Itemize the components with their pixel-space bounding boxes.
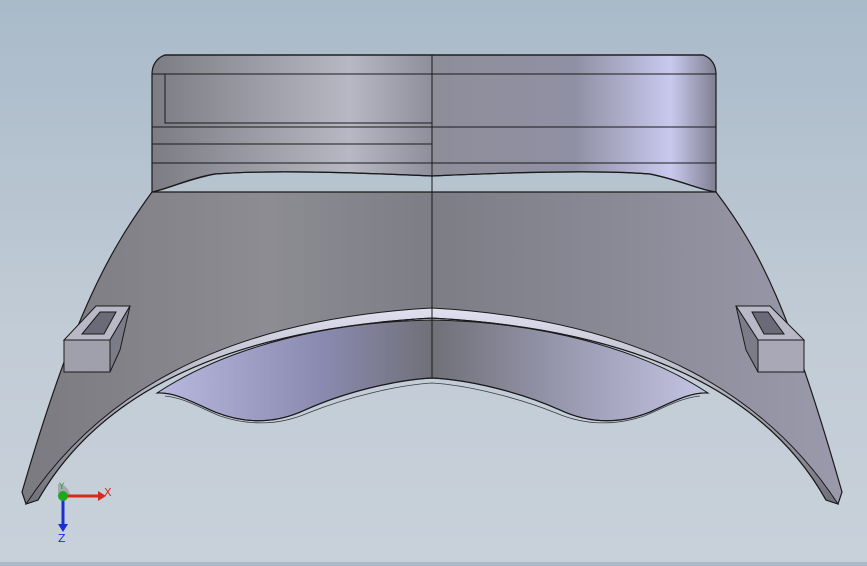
- cad-graphics-viewport[interactable]: [0, 0, 867, 562]
- y-axis-dot: [58, 491, 68, 501]
- x-axis-label: X: [104, 486, 112, 499]
- coordinate-triad: X Y Z: [40, 478, 120, 548]
- part-model[interactable]: [0, 0, 867, 562]
- z-axis-label: Z: [58, 532, 66, 545]
- y-axis-label: Y: [59, 482, 65, 492]
